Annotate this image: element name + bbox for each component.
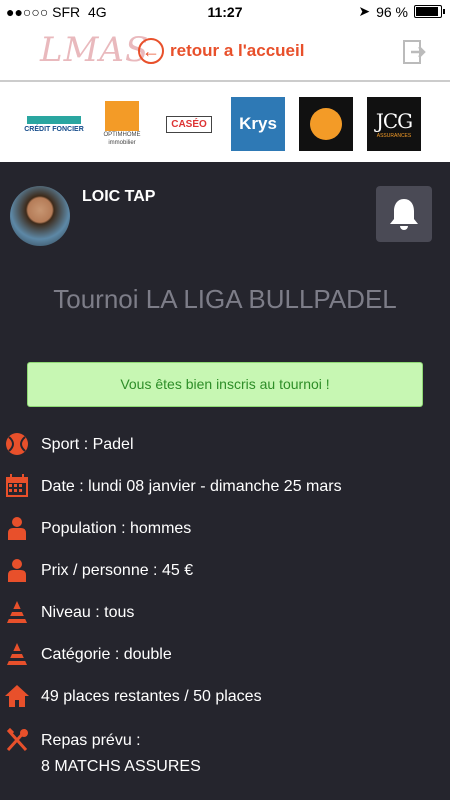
- detail-row-meal: Repas prévu : 8 MATCHS ASSURES: [5, 728, 201, 780]
- sponsor-optimhome[interactable]: OPTIMHOME immobilier: [98, 97, 146, 151]
- detail-row-sport: Sport : Padel: [5, 432, 134, 458]
- person-icon: [8, 559, 26, 582]
- detail-row-places: 49 places restantes / 50 places: [5, 684, 262, 710]
- utensils-icon: [6, 728, 28, 752]
- sponsor-jcg[interactable]: JCG ASSURANCES: [367, 97, 421, 151]
- meal-value: 8 MATCHS ASSURES: [41, 758, 201, 775]
- location-icon: ➤: [358, 3, 371, 19]
- arrow-left-icon: ←: [138, 38, 164, 64]
- back-label: retour a l'accueil: [170, 41, 305, 60]
- app-header: LMAS ← retour a l'accueil: [0, 24, 450, 82]
- detail-row-category: Catégorie : double: [5, 642, 172, 668]
- avatar: [10, 186, 70, 246]
- detail-row-population: Population : hommes: [5, 516, 191, 542]
- cone-icon: [7, 643, 27, 665]
- sponsor-banner: CRÉDIT FONCIER OPTIMHOME immobilier CASÉ…: [0, 82, 450, 162]
- person-icon: [8, 517, 26, 540]
- sponsor-cara-logo: [310, 108, 342, 140]
- registration-success-alert: Vous êtes bien inscris au tournoi !: [27, 362, 423, 407]
- battery-level: 96 %: [376, 3, 408, 20]
- sponsor-credit-foncier[interactable]: CRÉDIT FONCIER: [24, 97, 84, 151]
- detail-row-price: Prix / personne : 45 €: [5, 558, 193, 584]
- sponsor-caseo[interactable]: CASÉO: [160, 97, 218, 151]
- notifications-button[interactable]: [376, 186, 432, 242]
- tennis-ball-icon: [6, 433, 28, 455]
- battery-icon: [414, 5, 445, 18]
- tournament-title: Tournoi LA LIGA BULLPADEL: [53, 284, 397, 314]
- sponsor-cara[interactable]: [299, 97, 353, 151]
- home-icon: [5, 685, 29, 707]
- calendar-icon: [6, 474, 28, 497]
- detail-row-level: Niveau : tous: [5, 600, 134, 626]
- detail-row-date: Date : lundi 08 janvier - dimanche 25 ma…: [5, 474, 342, 500]
- bell-icon: [390, 199, 418, 230]
- back-to-home-button[interactable]: ← retour a l'accueil: [138, 38, 304, 64]
- cone-icon: [7, 601, 27, 623]
- user-name: LOIC TAP: [82, 188, 156, 205]
- meal-label: Repas prévu :: [41, 732, 141, 749]
- sponsor-krys[interactable]: Krys: [231, 97, 285, 151]
- logout-icon[interactable]: [402, 39, 428, 65]
- app-logo: LMAS: [40, 30, 150, 70]
- status-bar: ●●○○○ SFR 4G 11:27 ➤ 96 %: [0, 0, 450, 24]
